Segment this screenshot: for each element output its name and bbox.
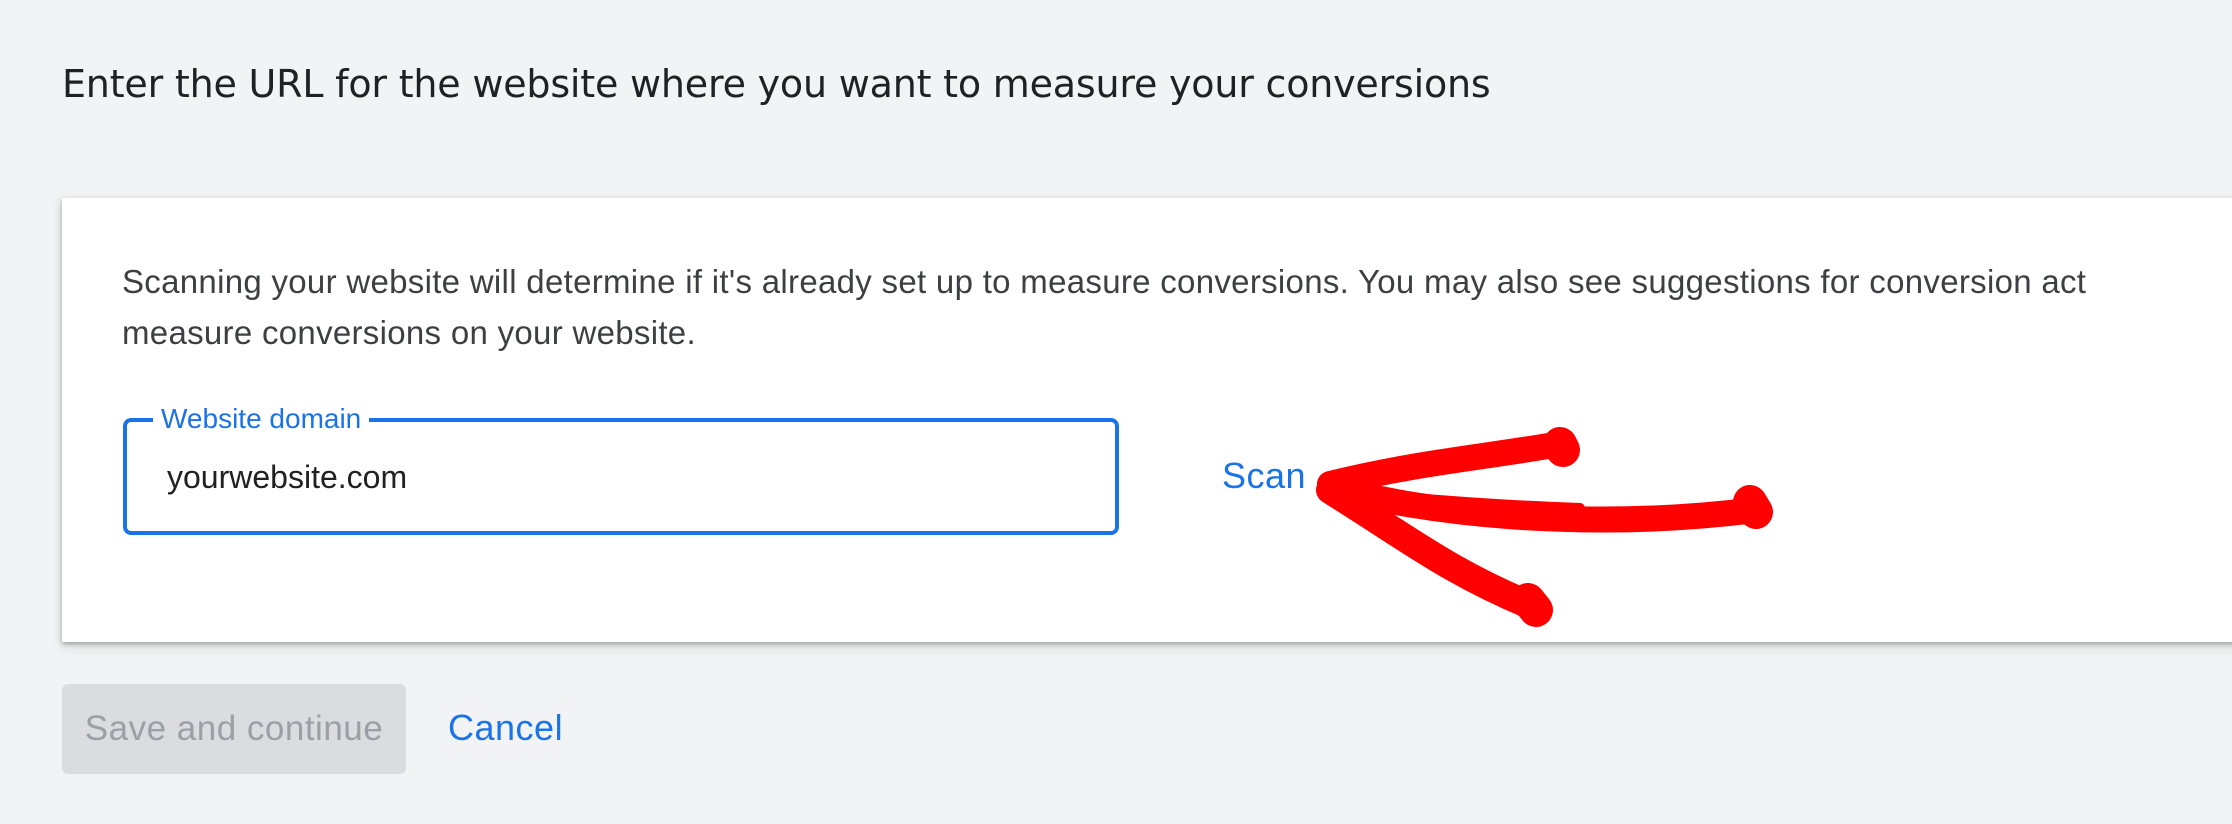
scan-button[interactable]: Scan [1222, 448, 1306, 504]
scan-description: Scanning your website will determine if … [122, 263, 2087, 351]
cancel-button[interactable]: Cancel [448, 700, 563, 756]
website-domain-input[interactable] [167, 452, 1067, 502]
save-and-continue-button[interactable]: Save and continue [62, 684, 406, 774]
website-scan-card: Scanning your website will determine if … [62, 198, 2232, 642]
website-domain-field[interactable]: Website domain [123, 403, 1119, 535]
website-domain-label: Website domain [153, 403, 370, 435]
page-title: Enter the URL for the website where you … [62, 62, 1491, 106]
